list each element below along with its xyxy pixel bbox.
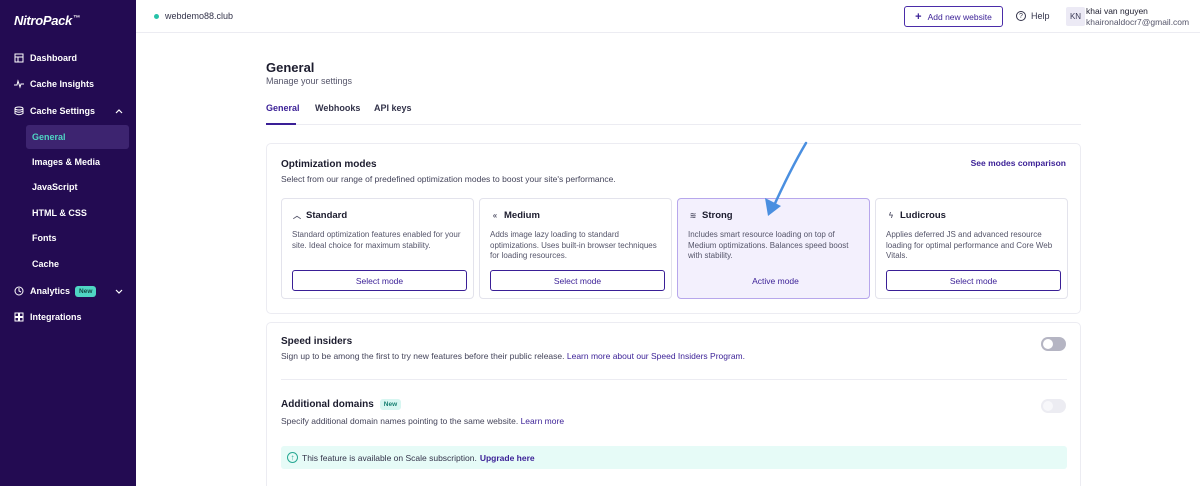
sidebar-subitem-label: General (32, 132, 66, 142)
add-new-website-label: Add new website (927, 11, 992, 22)
page-subtitle: Manage your settings (266, 76, 353, 86)
tab-bar: General Webhooks API keys (266, 103, 1081, 125)
add-new-website-button[interactable]: + Add new website (904, 6, 1003, 27)
chevron-up-icon: ︿ (293, 211, 301, 220)
chevron-down-icon[interactable] (114, 286, 124, 296)
select-mode-button[interactable]: Select mode (886, 270, 1061, 291)
status-dot-icon (154, 13, 159, 19)
sidebar-item-cache-insights[interactable]: Cache Insights (0, 72, 136, 96)
help-link[interactable]: ? Help (1016, 11, 1050, 21)
select-mode-button[interactable]: Select mode (490, 270, 665, 291)
see-modes-comparison-link[interactable]: See modes comparison (971, 158, 1066, 168)
mode-card-strong[interactable]: ≋ Strong Includes smart resource loading … (677, 198, 870, 299)
plus-icon: + (915, 10, 922, 23)
chevron-up-icon[interactable] (114, 106, 124, 116)
sidebar-item-dashboard[interactable]: Dashboard (0, 46, 136, 70)
sidebar-subitem-label: HTML & CSS (32, 208, 87, 218)
page-title: General (266, 60, 315, 75)
additional-domains-text: Specify additional domain names pointing… (281, 416, 519, 426)
clock-chart-icon (14, 286, 24, 296)
user-email: khaironaldocr7@gmail.com (1086, 17, 1190, 27)
tab-general[interactable]: General (266, 103, 300, 125)
mode-name: Medium (504, 210, 540, 221)
mode-description: Adds image lazy loading to standard opti… (490, 230, 657, 260)
puzzle-icon (14, 312, 24, 322)
site-name: webdemo88.club (165, 11, 234, 21)
optimization-modes-card: Optimization modes Select from our range… (266, 143, 1081, 314)
lightning-icon: ϟ (888, 211, 894, 220)
optimization-modes-description: Select from our range of predefined opti… (281, 174, 616, 184)
sidebar-subitem-label: Fonts (32, 233, 57, 243)
topbar: webdemo88.club + Add new website ? Help … (136, 0, 1200, 33)
mode-name: Ludicrous (900, 210, 946, 221)
additional-domains-label: Additional domains (281, 399, 374, 411)
double-chevron-up-icon: « (492, 211, 498, 220)
logo-trademark: ™ (73, 14, 80, 22)
database-icon (14, 106, 24, 116)
upgrade-here-link[interactable]: Upgrade here (480, 453, 535, 463)
sidebar-item-label: Integrations (30, 312, 82, 322)
speed-insiders-description: Sign up to be among the first to try new… (281, 351, 745, 361)
speed-insiders-title: Speed insiders (281, 336, 353, 347)
avatar[interactable]: KN (1066, 7, 1085, 26)
sidebar-subitem-images-media[interactable]: Images & Media (26, 150, 129, 174)
mode-card-medium[interactable]: « Medium Adds image lazy loading to stand… (479, 198, 672, 299)
speed-insiders-learn-more-link[interactable]: Learn more about our Speed Insiders Prog… (567, 351, 745, 361)
sidebar-subitem-fonts[interactable]: Fonts (26, 226, 129, 250)
dashboard-icon (14, 53, 24, 63)
tab-api-keys[interactable]: API keys (374, 103, 412, 125)
pulse-icon (14, 79, 24, 89)
speed-insiders-toggle[interactable] (1041, 337, 1066, 351)
help-icon: ? (1016, 11, 1026, 21)
mode-description: Standard optimization features enabled f… (292, 230, 461, 250)
additional-domains-title: Additional domains New (281, 399, 402, 411)
additional-domains-learn-more-link[interactable]: Learn more (521, 416, 564, 426)
mode-description: Applies deferred JS and advanced resourc… (886, 230, 1053, 260)
triple-chevron-up-icon: ≋ (689, 211, 697, 220)
sidebar-item-label: Cache Settings (30, 106, 96, 116)
additional-domains-description: Specify additional domain names pointing… (281, 416, 564, 426)
settings-card: Speed insiders Sign up to be among the f… (266, 322, 1081, 486)
mode-card-standard[interactable]: ︿ Standard Standard optimization features… (281, 198, 474, 299)
sidebar-item-label: Cache Insights (30, 79, 95, 89)
additional-domains-toggle[interactable] (1041, 399, 1066, 413)
divider (281, 379, 1067, 380)
select-mode-button[interactable]: Select mode (292, 270, 467, 291)
mode-name: Strong (702, 210, 733, 221)
sidebar-item-integrations[interactable]: Integrations (0, 305, 136, 329)
sidebar-item-label: Analytics (30, 286, 71, 296)
mode-card-ludicrous[interactable]: ϟ Ludicrous Applies deferred JS and advan… (875, 198, 1068, 299)
new-badge: New (75, 285, 97, 297)
sidebar-subitem-label: Cache (32, 259, 60, 269)
new-badge: New (379, 399, 402, 410)
active-mode-label: Active mode (752, 275, 799, 286)
speed-insiders-text: Sign up to be among the first to try new… (281, 351, 565, 361)
upgrade-notice-text: This feature is available on Scale subsc… (302, 452, 477, 463)
sidebar-subitem-html-css[interactable]: HTML & CSS (26, 201, 129, 225)
sidebar-subitem-general[interactable]: General (26, 125, 129, 149)
logo-text: NitroPack (14, 13, 72, 28)
site-selector[interactable]: webdemo88.club (154, 11, 233, 21)
sidebar-item-label: Dashboard (30, 53, 78, 63)
sidebar-subitem-label: Images & Media (32, 157, 101, 167)
logo[interactable]: NitroPack™ (14, 13, 80, 28)
sidebar-subitem-javascript[interactable]: JavaScript (26, 175, 129, 199)
toggle-knob (1043, 339, 1053, 349)
sidebar-subitem-label: JavaScript (32, 182, 78, 192)
sidebar-subitem-cache[interactable]: Cache (26, 252, 129, 276)
sidebar-item-cache-settings[interactable]: Cache Settings (0, 99, 136, 123)
toggle-knob (1043, 401, 1053, 411)
mode-description: Includes smart resource loading on top o… (688, 230, 849, 260)
optimization-modes-title: Optimization modes (281, 159, 377, 170)
sidebar: NitroPack™ Dashboard Cache Insights Cach… (0, 0, 136, 486)
tab-webhooks[interactable]: Webhooks (315, 103, 360, 125)
upgrade-notice: ↑ This feature is available on Scale sub… (281, 446, 1067, 469)
sidebar-item-analytics[interactable]: Analytics New (0, 279, 136, 303)
help-label: Help (1031, 11, 1050, 21)
check-circle-icon: ↑ (287, 452, 298, 463)
mode-name: Standard (306, 210, 348, 221)
user-name[interactable]: khai van nguyen (1086, 6, 1148, 16)
